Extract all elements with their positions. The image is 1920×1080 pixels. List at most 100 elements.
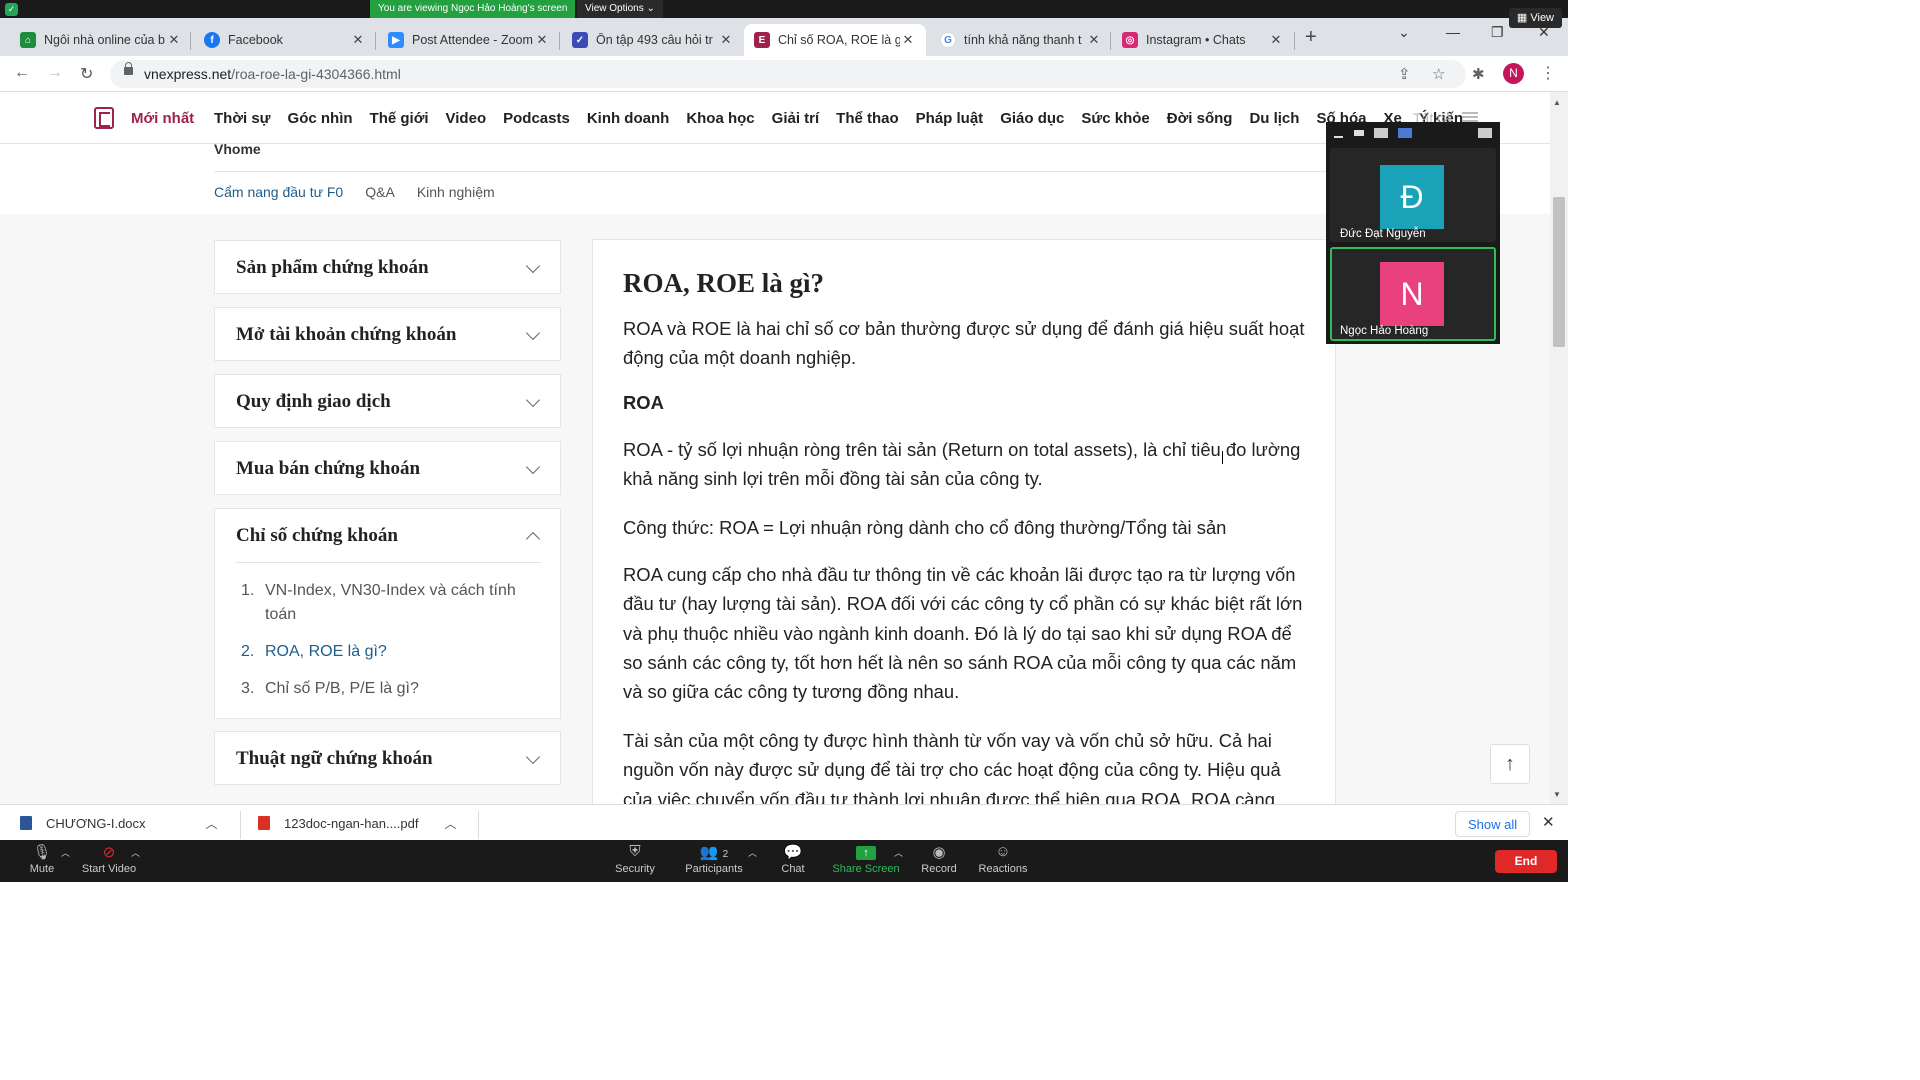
url-path: /roa-roe-la-gi-4304366.html <box>231 66 401 82</box>
video-options-chevron-icon[interactable]: ︿ <box>131 846 140 859</box>
chevron-up-icon[interactable]: ︿ <box>444 815 456 832</box>
bookmark-star-icon[interactable]: ☆ <box>1432 65 1445 83</box>
chevron-down-icon[interactable] <box>525 325 541 341</box>
tab-search-icon[interactable]: ⌄ <box>1398 24 1410 41</box>
nav-item[interactable]: Khoa học <box>686 110 754 127</box>
record-button[interactable]: ◉ Record <box>920 843 958 875</box>
participants-button[interactable]: 👥 2 Participants <box>684 843 744 875</box>
lock-icon[interactable] <box>124 62 133 75</box>
nav-moi-nhat[interactable]: Mới nhất <box>131 110 194 127</box>
chrome-menu-icon[interactable]: ⋮ <box>1540 63 1556 83</box>
chevron-down-icon[interactable] <box>525 749 541 765</box>
sidebar-card-quy-dinh[interactable]: Quy định giao dịch <box>214 374 561 428</box>
nav-item[interactable]: Đời sống <box>1167 110 1233 127</box>
sidebar-card-title: Mở tài khoản chứng khoán <box>236 324 457 345</box>
article-body: ROA, ROE là gì? ROA và ROE là hai chỉ số… <box>592 239 1336 810</box>
chevron-up-icon[interactable]: ︿ <box>206 815 218 832</box>
tab-facebook[interactable]: f Facebook ✕ <box>194 24 376 56</box>
vnexpress-logo-icon[interactable] <box>94 107 114 129</box>
sidebar-card-san-pham[interactable]: Sản phẩm chứng khoán <box>214 240 561 294</box>
profile-avatar[interactable]: N <box>1503 63 1524 84</box>
close-icon[interactable]: ✕ <box>534 32 550 48</box>
share-options-chevron-icon[interactable]: ︿ <box>894 846 903 859</box>
section-title[interactable]: Vhome <box>214 141 261 157</box>
tab-nhaonline[interactable]: ⌂ Ngôi nhà online của b ✕ <box>10 24 192 56</box>
nav-item[interactable]: Giáo dục <box>1000 110 1064 127</box>
mute-button[interactable]: 🎙 Mute <box>26 843 58 875</box>
download-item-pdf[interactable]: 123doc-ngan-han....pdf ︿ <box>258 805 456 841</box>
nav-item[interactable]: Thế giới <box>370 110 429 127</box>
download-filename: CHƯƠNG-I.docx <box>46 815 146 831</box>
zoom-shield-icon[interactable]: ✓ <box>5 3 18 16</box>
close-icon[interactable]: ✕ <box>350 32 366 48</box>
minimize-icon[interactable]: — <box>1446 24 1460 40</box>
close-icon[interactable]: ✕ <box>1542 813 1555 831</box>
chat-button[interactable]: 💬 Chat <box>777 843 809 875</box>
sidebar-card-thuat-ngu[interactable]: Thuật ngữ chứng khoán <box>214 731 561 785</box>
nav-item[interactable]: Giải trí <box>772 110 820 127</box>
hide-video-icon[interactable] <box>1354 130 1364 136</box>
nav-item[interactable]: Video <box>446 110 487 127</box>
close-icon[interactable]: ✕ <box>718 32 734 48</box>
reload-icon[interactable]: ↻ <box>80 64 93 84</box>
nav-item[interactable]: Sức khỏe <box>1081 110 1149 127</box>
new-tab-icon[interactable]: + <box>1305 26 1317 49</box>
forward-icon[interactable]: → <box>47 64 63 82</box>
tab-zoom[interactable]: ▶ Post Attendee - Zoom ✕ <box>378 24 560 56</box>
nav-item[interactable]: Thời sự <box>214 110 271 127</box>
sidebar-card-mua-ban[interactable]: Mua bán chứng khoán <box>214 441 561 495</box>
subnav-item[interactable]: Kinh nghiệm <box>417 184 495 200</box>
scroll-down-arrow-icon[interactable]: ▼ <box>1553 790 1561 799</box>
scrollbar-thumb[interactable] <box>1553 197 1565 347</box>
sidebar-card-mo-tai-khoan[interactable]: Mở tài khoản chứng khoán <box>214 307 561 361</box>
end-meeting-button[interactable]: End <box>1495 850 1557 873</box>
nav-item[interactable]: Kinh doanh <box>587 110 670 127</box>
close-icon[interactable]: ✕ <box>1086 32 1102 48</box>
security-button[interactable]: ⛨ Security <box>612 843 658 875</box>
nav-item[interactable]: Du lịch <box>1249 110 1299 127</box>
subnav-item[interactable]: Cẩm nang đầu tư F0 <box>214 184 343 200</box>
extensions-icon[interactable]: ✱ <box>1472 65 1485 83</box>
scroll-to-top-button[interactable]: ↑ <box>1490 744 1530 784</box>
subnav-item[interactable]: Q&A <box>365 184 395 200</box>
minimize-video-icon[interactable] <box>1334 136 1343 138</box>
chevron-down-icon[interactable] <box>525 459 541 475</box>
nav-item[interactable]: Pháp luật <box>916 110 984 127</box>
show-all-downloads-button[interactable]: Show all <box>1455 811 1531 837</box>
video-tile[interactable]: Đ Đức Đạt Nguyễn <box>1330 148 1496 242</box>
share-screen-button[interactable]: ↑ Share Screen <box>832 843 900 875</box>
video-tile-active-speaker[interactable]: N Ngọc Hảo Hoàng <box>1330 247 1496 341</box>
nav-item[interactable]: Podcasts <box>503 110 570 127</box>
hamburger-menu-icon[interactable] <box>1462 112 1478 122</box>
tab-instagram[interactable]: ◎ Instagram • Chats ✕ <box>1112 24 1294 56</box>
tab-vnexpress[interactable]: E Chỉ số ROA, ROE là gì ✕ <box>744 24 926 56</box>
list-item-current[interactable]: 2. ROA, ROE là gì? <box>241 640 531 664</box>
nav-item[interactable]: Thể thao <box>836 110 899 127</box>
speaker-view-icon[interactable] <box>1374 128 1388 138</box>
url-field[interactable]: vnexpress.net/roa-roe-la-gi-4304366.html… <box>110 60 1466 88</box>
tab-ontap[interactable]: ✓ Ôn tập 493 câu hỏi tr ✕ <box>562 24 744 56</box>
view-options-button[interactable]: View Options ⌄ <box>577 0 663 18</box>
sidebar-card-chi-so[interactable]: Chỉ số chứng khoán 1. VN-Index, VN30-Inde… <box>214 508 561 719</box>
list-item[interactable]: 1. VN-Index, VN30-Index và cách tính toán <box>241 579 531 627</box>
tab-google[interactable]: G tính khả năng thanh t ✕ <box>930 24 1112 56</box>
back-icon[interactable]: ← <box>14 64 30 82</box>
chevron-up-icon[interactable] <box>525 531 541 547</box>
nav-item[interactable]: Góc nhìn <box>288 110 353 127</box>
chevron-down-icon[interactable] <box>525 258 541 274</box>
download-item-docx[interactable]: CHƯƠNG-I.docx ︿ <box>20 805 218 841</box>
audio-options-chevron-icon[interactable]: ︿ <box>61 846 70 859</box>
zoom-view-button[interactable]: ▦ View <box>1508 8 1562 28</box>
chevron-down-icon[interactable] <box>525 392 541 408</box>
scroll-up-arrow-icon[interactable]: ▲ <box>1553 98 1561 107</box>
exit-thumbnail-icon[interactable] <box>1478 128 1492 138</box>
close-icon[interactable]: ✕ <box>166 32 182 48</box>
close-icon[interactable]: ✕ <box>1268 32 1284 48</box>
list-item[interactable]: 3. Chỉ số P/B, P/E là gì? <box>241 677 531 701</box>
participants-chevron-icon[interactable]: ︿ <box>748 846 757 859</box>
reactions-button[interactable]: ☺ Reactions <box>978 843 1028 875</box>
gallery-view-icon[interactable] <box>1398 128 1412 138</box>
share-icon[interactable]: ⇪ <box>1398 65 1411 83</box>
close-icon[interactable]: ✕ <box>900 32 916 48</box>
restore-icon[interactable]: ❐ <box>1491 24 1504 41</box>
